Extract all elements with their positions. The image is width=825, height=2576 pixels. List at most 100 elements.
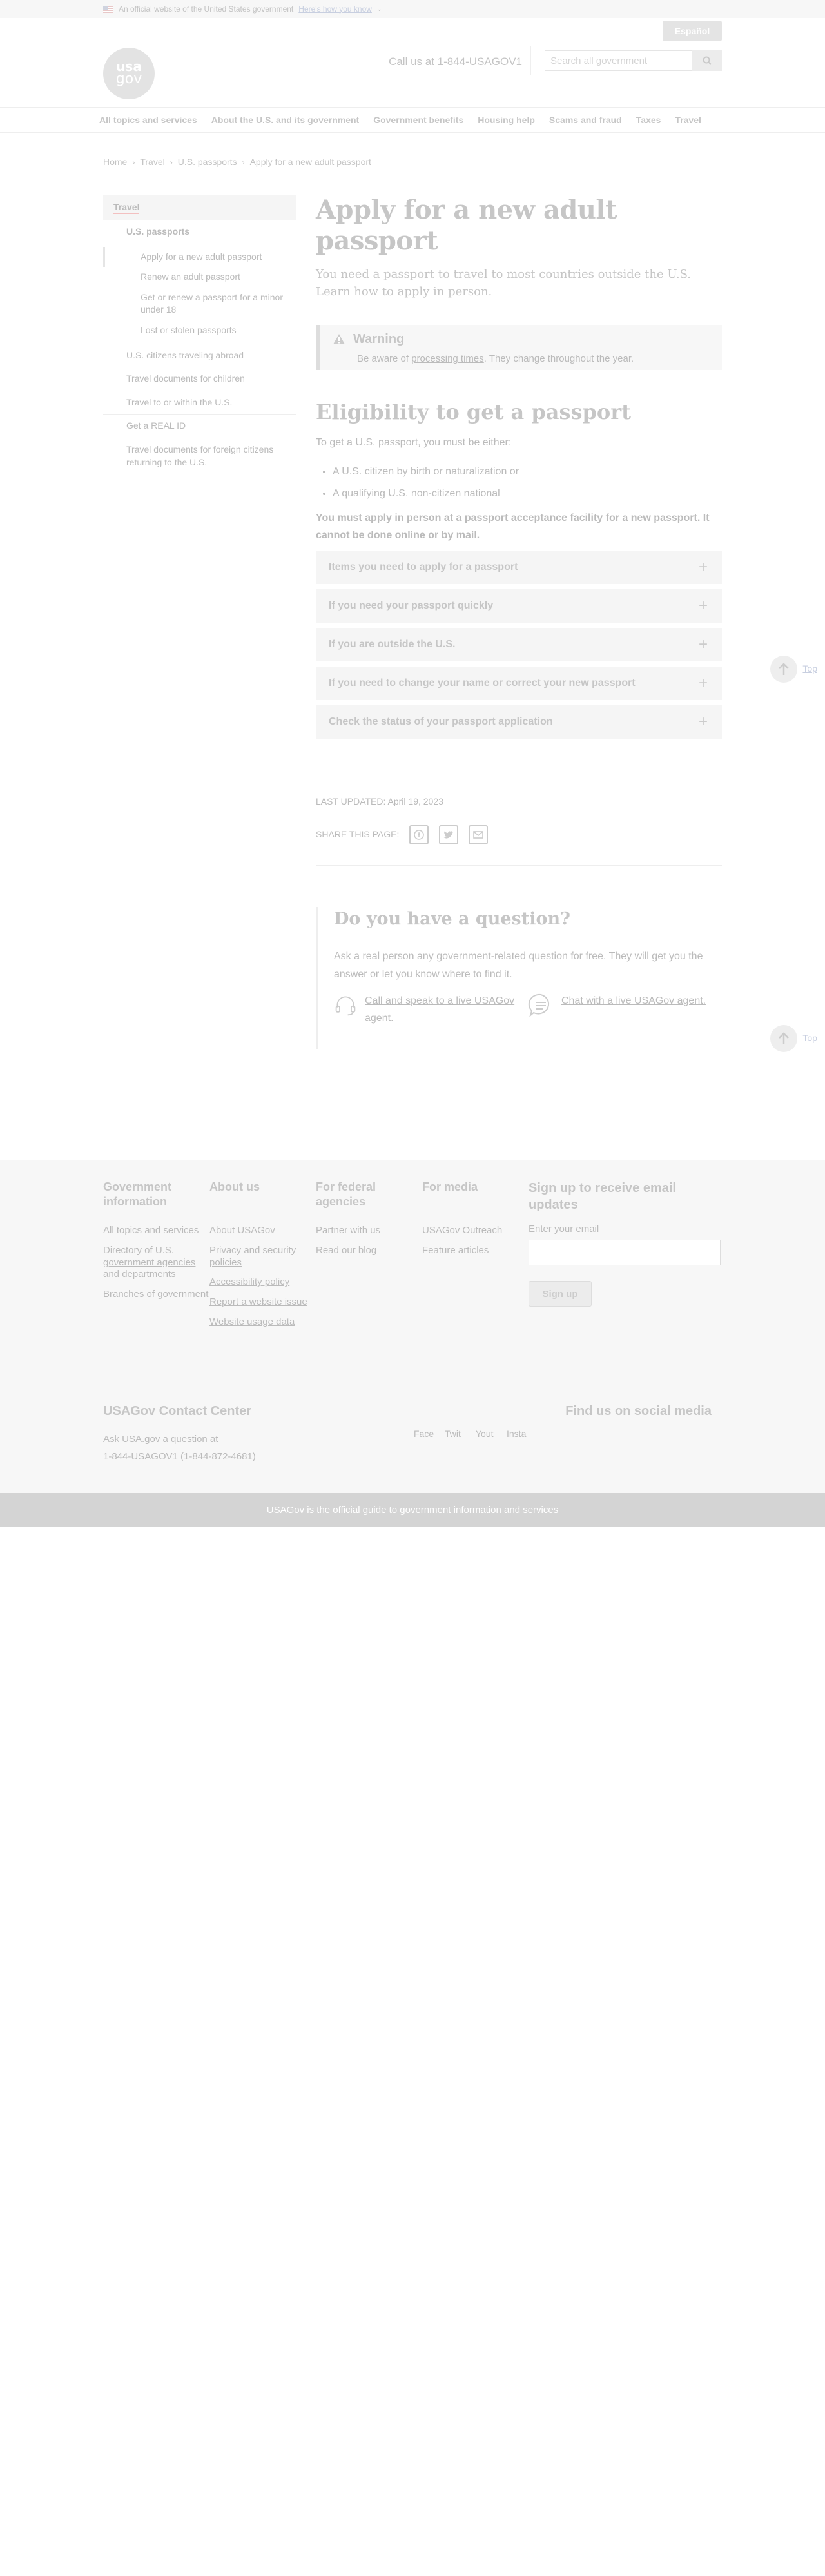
nav-item-about-us[interactable]: About the U.S. and its government xyxy=(211,114,359,127)
plus-icon: + xyxy=(698,636,708,654)
footer-link[interactable]: Partner with us xyxy=(316,1225,422,1237)
footer-link[interactable]: All topics and services xyxy=(103,1225,209,1237)
acceptance-facility-link[interactable]: passport acceptance facility xyxy=(465,512,603,523)
back-to-top-button[interactable]: Top xyxy=(770,1025,817,1052)
warning-alert: Warning Be aware of processing times. Th… xyxy=(316,325,722,370)
processing-times-link[interactable]: processing times xyxy=(411,353,484,364)
warning-text-post: . They change throughout the year. xyxy=(483,353,634,364)
breadcrumb-chevron-icon: › xyxy=(132,157,135,167)
youtube-icon[interactable]: Yout xyxy=(476,1428,494,1446)
plus-icon: + xyxy=(698,674,708,692)
social-title: Find us on social media xyxy=(565,1404,712,1418)
facebook-icon[interactable]: Face xyxy=(414,1428,434,1446)
logo-text-gov: gov xyxy=(115,71,142,88)
usagov-logo[interactable]: usa gov xyxy=(103,48,155,99)
sidenav-sub-apply-new[interactable]: Apply for a new adult passport xyxy=(103,246,296,268)
call-option: Call and speak to a live USAGov agent. xyxy=(334,992,528,1027)
footer-link[interactable]: Directory of U.S. government agencies an… xyxy=(103,1245,209,1281)
chat-option: Chat with a live USAGov agent. xyxy=(528,992,722,1027)
footer-link[interactable]: Accessibility policy xyxy=(209,1276,316,1289)
instagram-icon[interactable]: Insta xyxy=(507,1428,526,1446)
accordion-label: Check the status of your passport applic… xyxy=(329,716,553,727)
sidenav-item-real-id[interactable]: Get a REAL ID xyxy=(103,415,296,438)
contact-phone[interactable]: 1-844-USAGOV1 (1-844-872-4681) xyxy=(103,1448,256,1465)
footer-heading: For media xyxy=(422,1180,478,1193)
search-form xyxy=(545,50,722,71)
nav-item-travel[interactable]: Travel xyxy=(675,114,701,127)
breadcrumb-home[interactable]: Home xyxy=(103,156,127,169)
nav-item-scams[interactable]: Scams and fraud xyxy=(549,114,622,127)
warning-title: Warning xyxy=(353,332,405,346)
question-title: Do you have a question? xyxy=(334,908,570,929)
how-you-know-link[interactable]: Here's how you know xyxy=(298,4,372,15)
list-item: A U.S. citizen by birth or naturalizatio… xyxy=(333,465,722,479)
accordion-label: If you need to change your name or corre… xyxy=(329,677,636,688)
eligibility-heading: Eligibility to get a passport xyxy=(316,400,631,424)
twitter-icon[interactable]: Twit xyxy=(445,1428,463,1446)
plus-icon: + xyxy=(698,558,708,576)
back-to-top-button[interactable]: Top xyxy=(770,656,817,683)
sidenav-sub-minor[interactable]: Get or renew a passport for a minor unde… xyxy=(103,288,296,320)
main-content: Apply for a new adult passport You need … xyxy=(316,195,722,1049)
chat-agent-link[interactable]: Chat with a live USAGov agent. xyxy=(561,992,706,1027)
footer-link[interactable]: Report a website issue xyxy=(209,1296,316,1309)
footer-link[interactable]: About USAGov xyxy=(209,1225,316,1237)
search-button[interactable] xyxy=(692,50,722,71)
footer-link[interactable]: Read our blog xyxy=(316,1245,422,1257)
breadcrumb-travel[interactable]: Travel xyxy=(140,156,164,169)
official-text: An official website of the United States… xyxy=(119,4,294,14)
email-label: Enter your email xyxy=(529,1224,599,1234)
email-share-icon[interactable] xyxy=(469,825,489,844)
nav-item-all-topics[interactable]: All topics and services xyxy=(99,114,197,127)
sidenav-item-children[interactable]: Travel documents for children xyxy=(103,367,296,391)
footer-link[interactable]: Branches of government xyxy=(103,1289,209,1301)
call-agent-link[interactable]: Call and speak to a live USAGov agent. xyxy=(365,992,528,1027)
breadcrumb-current: Apply for a new adult passport xyxy=(249,157,371,168)
sidenav-sub-lost[interactable]: Lost or stolen passports xyxy=(103,320,296,344)
headset-icon xyxy=(335,996,356,1015)
accordion-check-status[interactable]: Check the status of your passport applic… xyxy=(316,705,722,739)
footer-heading: For federal agencies xyxy=(316,1180,376,1209)
footer-col-about: About us About USAGov Privacy and securi… xyxy=(209,1180,316,1336)
accordion-change-name[interactable]: If you need to change your name or corre… xyxy=(316,666,722,700)
chevron-down-icon: ⌄ xyxy=(376,5,382,12)
nav-item-housing[interactable]: Housing help xyxy=(478,114,535,127)
top-label: Top xyxy=(802,1033,817,1044)
call-us-text[interactable]: Call us at 1-844-USAGOV1 xyxy=(389,54,522,70)
footer-link[interactable]: Privacy and security policies xyxy=(209,1245,316,1269)
accordion-quickly[interactable]: If you need your passport quickly + xyxy=(316,589,722,623)
top-label: Top xyxy=(802,663,817,674)
sidenav-item-abroad[interactable]: U.S. citizens traveling abroad xyxy=(103,344,296,368)
footer-col-gov-info: Government information All topics and se… xyxy=(103,1180,209,1336)
page-intro: You need a passport to travel to most co… xyxy=(316,268,691,298)
twitter-share-icon[interactable] xyxy=(439,825,459,844)
header-divider xyxy=(530,46,531,75)
apply-in-person-note: You must apply in person at a passport a… xyxy=(316,509,722,544)
accordion-outside-us[interactable]: If you are outside the U.S. + xyxy=(316,627,722,661)
nav-item-taxes[interactable]: Taxes xyxy=(636,114,661,127)
footer-link[interactable]: Feature articles xyxy=(422,1245,529,1257)
footer-link[interactable]: USAGov Outreach xyxy=(422,1225,529,1237)
share-bar: SHARE THIS PAGE: xyxy=(316,825,722,844)
footer-heading: About us xyxy=(209,1180,260,1193)
share-label: SHARE THIS PAGE: xyxy=(316,828,400,839)
page-title: Apply for a new adult passport xyxy=(316,195,617,256)
accordion-items-needed[interactable]: Items you need to apply for a passport + xyxy=(316,550,722,584)
footer-link[interactable]: Website usage data xyxy=(209,1316,316,1329)
espanol-button[interactable]: Español xyxy=(663,21,722,41)
gov-banner: An official website of the United States… xyxy=(0,0,825,18)
sidenav-item-foreign-citizens[interactable]: Travel documents for foreign citizens re… xyxy=(103,438,296,475)
contact-line: Ask USA.gov a question at xyxy=(103,1434,218,1445)
facebook-share-icon[interactable] xyxy=(409,825,429,844)
accordion-label: If you need your passport quickly xyxy=(329,600,494,611)
signup-button[interactable]: Sign up xyxy=(529,1281,592,1307)
sidenav-item-within-us[interactable]: Travel to or within the U.S. xyxy=(103,391,296,415)
sidenav-sub-renew[interactable]: Renew an adult passport xyxy=(103,267,296,288)
footer-col-media: For media USAGov Outreach Feature articl… xyxy=(422,1180,529,1336)
search-input[interactable] xyxy=(545,50,692,71)
email-field[interactable] xyxy=(529,1240,721,1265)
nav-item-benefits[interactable]: Government benefits xyxy=(373,114,463,127)
sidenav-travel[interactable]: Travel xyxy=(103,195,296,220)
sidenav-item-passports[interactable]: U.S. passports xyxy=(103,220,296,244)
breadcrumb-passports[interactable]: U.S. passports xyxy=(178,156,237,169)
